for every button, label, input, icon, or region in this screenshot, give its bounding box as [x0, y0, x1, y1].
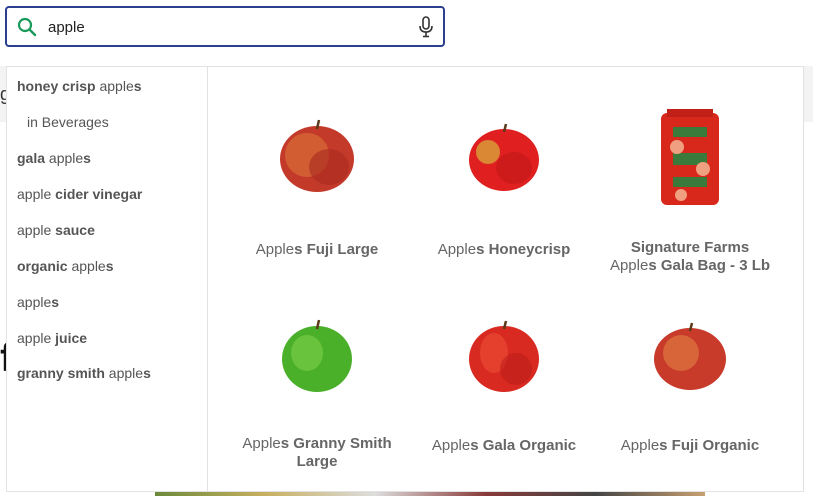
- product-card[interactable]: Apples Fuji Large: [224, 117, 410, 259]
- suggestion-item[interactable]: apple juice: [17, 330, 87, 346]
- product-name: Apples Gala Organic: [431, 437, 577, 454]
- search-suggestions-dropdown: honey crisp apples in Beverages gala app…: [6, 66, 804, 492]
- search-icon: [17, 17, 37, 37]
- suggestion-item[interactable]: honey crisp apples: [17, 78, 142, 94]
- suggestion-list: honey crisp apples in Beverages gala app…: [7, 67, 208, 491]
- product-card[interactable]: Apples Granny Smith Large: [224, 317, 410, 471]
- product-image-red-apple: [469, 320, 539, 392]
- product-name: Apples Granny Smith Large: [242, 435, 392, 470]
- product-suggestions: Apples Fuji Large Apples Honeycrisp Sign…: [208, 67, 803, 491]
- product-image-red-apple: [654, 322, 726, 390]
- product-image-green-apple: [282, 319, 352, 392]
- product-card[interactable]: Apples Honeycrisp: [411, 122, 597, 259]
- suggestion-item[interactable]: apple cider vinegar: [17, 186, 142, 202]
- product-name: Apples Honeycrisp: [437, 241, 571, 258]
- suggestion-item[interactable]: apple sauce: [17, 222, 95, 238]
- suggestion-item[interactable]: apples: [17, 294, 59, 310]
- search-bar[interactable]: [5, 6, 445, 47]
- search-input[interactable]: [48, 14, 398, 40]
- product-name: Apples Fuji Organic: [620, 437, 760, 454]
- microphone-icon[interactable]: [418, 16, 434, 38]
- suggestion-item[interactable]: gala apples: [17, 150, 91, 166]
- suggestion-item[interactable]: organic apples: [17, 258, 114, 274]
- product-name: Apples Fuji Large: [255, 241, 379, 258]
- product-card[interactable]: Apples Gala Organic: [411, 319, 597, 455]
- suggestion-item-category[interactable]: in Beverages: [27, 114, 109, 130]
- product-image-apple-bag: [661, 109, 719, 205]
- product-card[interactable]: Signature Farms Apples Gala Bag - 3 Lb: [597, 107, 783, 275]
- product-name: Signature Farms Apples Gala Bag - 3 Lb: [609, 239, 771, 274]
- suggestion-item[interactable]: granny smith apples: [17, 365, 151, 381]
- product-card[interactable]: Apples Fuji Organic: [597, 321, 783, 455]
- product-image-red-apple: [280, 119, 354, 192]
- product-image-red-apple: [469, 123, 539, 191]
